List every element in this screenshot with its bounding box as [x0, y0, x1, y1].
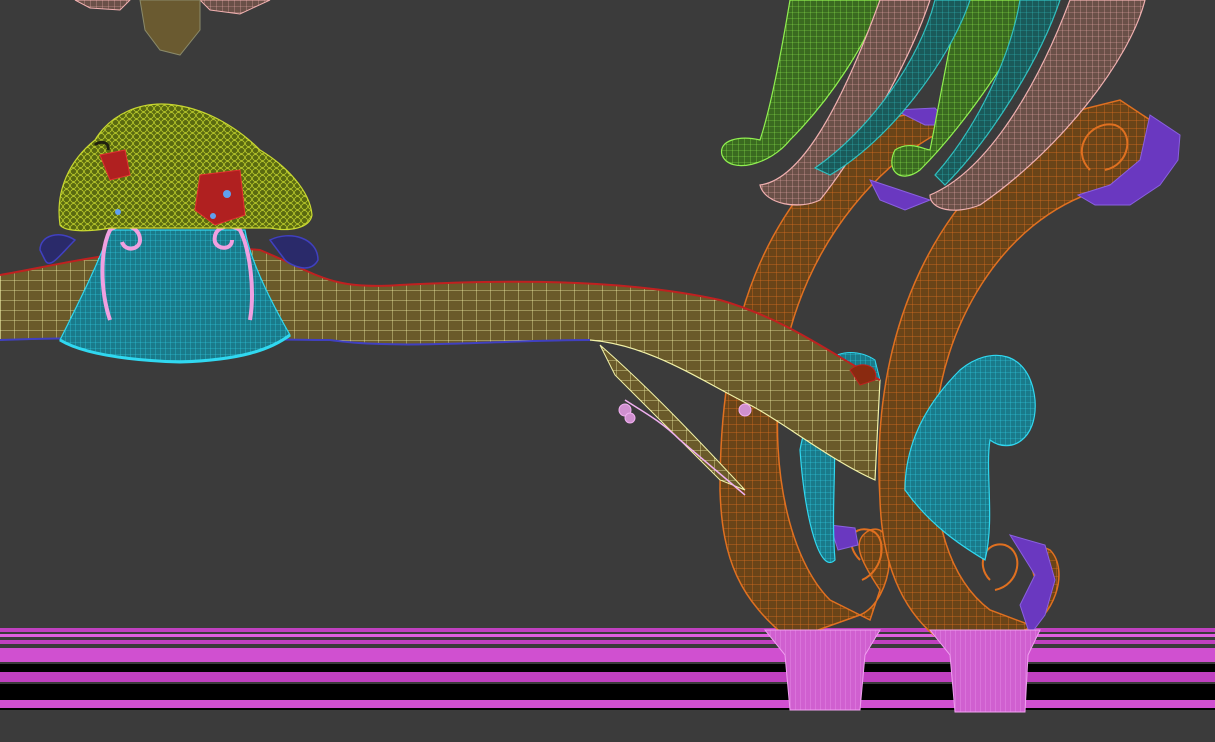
wireframe-scene[interactable] [0, 0, 1215, 742]
top-fragment-mesh[interactable] [74, 0, 271, 56]
3d-viewport[interactable] [0, 0, 1215, 742]
grape-cluster-mesh[interactable] [58, 103, 313, 232]
